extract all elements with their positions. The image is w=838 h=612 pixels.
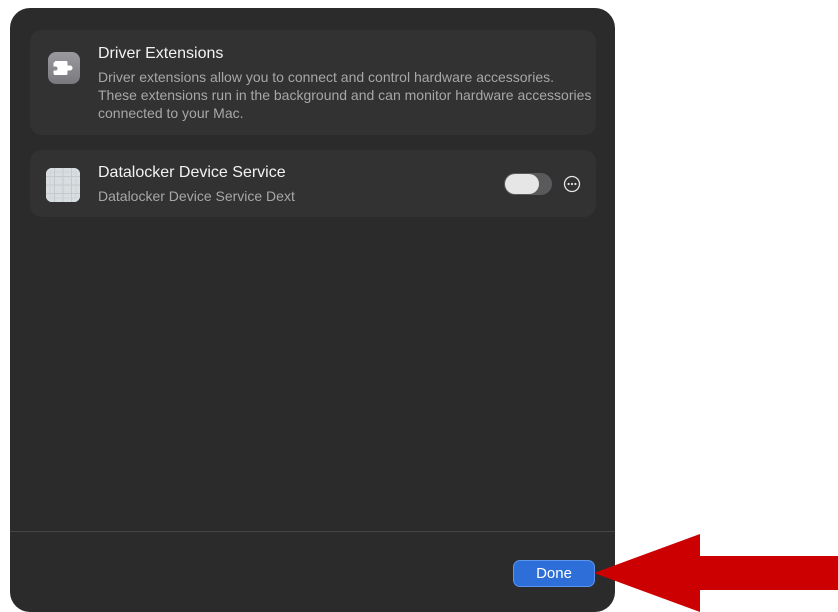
section-title: Driver Extensions — [98, 45, 224, 62]
extension-subtitle: Datalocker Device Service Dext — [98, 188, 295, 204]
footer-divider — [10, 531, 615, 532]
red-arrow-annotation-icon — [594, 534, 838, 612]
section-description: Driver extensions allow you to connect a… — [98, 69, 592, 121]
puzzle-piece-icon — [48, 52, 80, 84]
app-grid-icon — [46, 168, 80, 202]
more-options-button[interactable] — [563, 175, 581, 193]
driver-extensions-dialog: Driver Extensions Driver extensions allo… — [10, 8, 615, 612]
extension-enable-toggle[interactable] — [504, 173, 552, 195]
done-button[interactable]: Done — [513, 560, 595, 587]
extension-row: Datalocker Device Service Datalocker Dev… — [30, 150, 596, 217]
toggle-knob — [505, 174, 539, 194]
driver-extensions-info-card: Driver Extensions Driver extensions allo… — [30, 30, 596, 135]
extension-name: Datalocker Device Service — [98, 164, 286, 181]
ellipsis-circle-icon — [563, 175, 581, 193]
